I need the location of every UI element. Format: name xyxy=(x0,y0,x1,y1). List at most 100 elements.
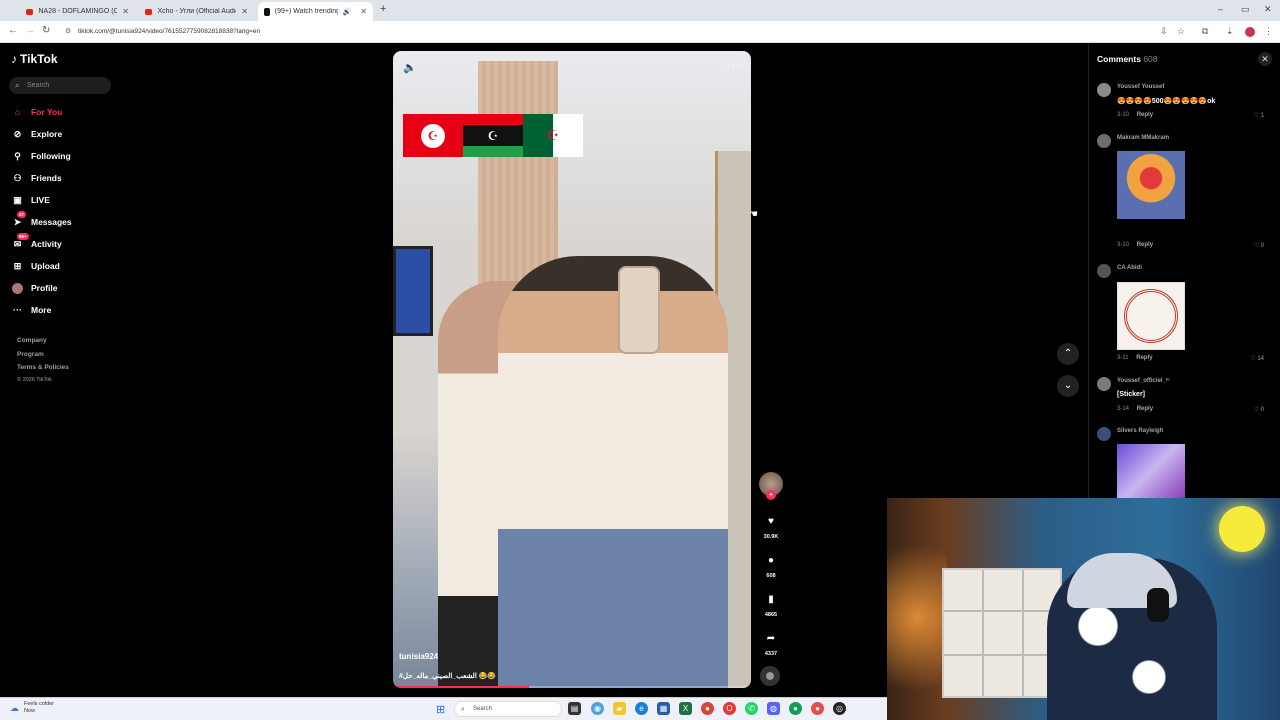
weather-text: Feels colder Now xyxy=(24,701,54,715)
comment-like-button[interactable]: ♡ 0 xyxy=(1254,406,1264,413)
webcam-overlay xyxy=(887,498,1280,720)
footer-terms[interactable]: Terms & Policies xyxy=(17,364,69,371)
site-info-icon[interactable]: ⚙ xyxy=(65,24,71,40)
task-view-icon[interactable]: ▤ xyxy=(568,702,581,715)
friends-icon: ⚇ xyxy=(13,172,22,183)
close-comments-icon[interactable]: ✕ xyxy=(1258,52,1272,66)
follow-plus-icon[interactable]: + xyxy=(766,490,776,500)
close-window-button[interactable]: ✕ xyxy=(1264,4,1272,15)
video-more-icon[interactable]: ··· xyxy=(726,58,741,72)
nav-more[interactable]: ··· More xyxy=(12,302,51,318)
comment-like-button[interactable]: ♡ 0 xyxy=(1254,242,1264,249)
comment-icon: ● xyxy=(761,550,781,570)
close-tab-icon[interactable]: ✕ xyxy=(122,7,129,16)
profile-avatar-icon[interactable] xyxy=(1245,27,1255,37)
nav-messages[interactable]: ➤ 47 Messages xyxy=(12,210,72,230)
speaker-icon[interactable]: 🔊 xyxy=(343,8,352,16)
volume-icon[interactable]: 🔈 xyxy=(403,61,417,74)
save-button[interactable]: ▮ 4865 xyxy=(759,589,783,618)
obs-icon[interactable]: ◎ xyxy=(833,702,846,715)
chrome-profile-icon[interactable]: ● xyxy=(811,702,824,715)
weather-widget[interactable]: ☁ Feels colder Now xyxy=(10,701,54,715)
comment-username[interactable]: CA Abidi xyxy=(1117,265,1142,271)
search-input[interactable]: ⌕ Search xyxy=(9,77,111,94)
video-player[interactable]: ☪ ☪ ☪ 🔈 ··· tunisia924 #الشعب_الصيني_مال… xyxy=(393,51,751,688)
avatar[interactable] xyxy=(1097,264,1111,278)
downloads-icon[interactable]: ⇣ xyxy=(1226,26,1234,37)
avatar[interactable] xyxy=(1097,134,1111,148)
like-button[interactable]: ♥ 30.9K xyxy=(759,511,783,540)
reply-button[interactable]: Reply xyxy=(1137,242,1153,248)
like-count: 30.9K xyxy=(763,534,779,540)
nav-friends[interactable]: ⚇ Friends xyxy=(12,170,61,186)
new-tab-button[interactable]: + xyxy=(380,3,386,15)
chrome-icon[interactable]: ● xyxy=(701,702,714,715)
previous-video-button[interactable]: ⌃ xyxy=(1057,343,1079,365)
browser-menu-icon[interactable]: ⋮ xyxy=(1264,26,1273,37)
search-icon: ⌕ xyxy=(15,81,20,90)
comment-button[interactable]: ● 608 xyxy=(759,550,783,579)
chrome-profile-icon[interactable]: ● xyxy=(789,702,802,715)
whatsapp-icon[interactable]: ✆ xyxy=(745,702,758,715)
footer-program[interactable]: Program xyxy=(17,351,44,358)
close-tab-icon[interactable]: ✕ xyxy=(241,7,248,16)
back-icon[interactable]: ← xyxy=(8,25,18,36)
avatar[interactable] xyxy=(1097,83,1111,97)
reply-button[interactable]: Reply xyxy=(1136,355,1152,361)
excel-icon[interactable]: X xyxy=(679,702,692,715)
avatar[interactable] xyxy=(1097,427,1111,441)
footer-company[interactable]: Company xyxy=(17,337,47,344)
logo-text: TikTok xyxy=(20,52,58,66)
minimize-button[interactable]: – xyxy=(1218,4,1223,14)
video-caption[interactable]: #الشعب_الصيني_ماله_حل 😂😂 xyxy=(399,672,496,680)
nav-label: Activity xyxy=(31,239,62,249)
nav-upload[interactable]: ⊞ Upload xyxy=(12,258,60,274)
webcam-lamp xyxy=(887,518,947,718)
comment-username[interactable]: Silvers Rayleigh xyxy=(1117,428,1163,434)
tab-tiktok[interactable]: (99+) Watch trending videos 🔊 ✕ xyxy=(258,2,373,21)
music-disc-icon[interactable] xyxy=(760,666,780,686)
avatar[interactable] xyxy=(1097,377,1111,391)
share-icon: ➦ xyxy=(761,628,781,648)
forward-icon[interactable]: → xyxy=(25,25,35,36)
next-video-button[interactable]: ⌄ xyxy=(1057,375,1079,397)
share-count: 4337 xyxy=(764,651,778,657)
nav-explore[interactable]: ⊘ Explore xyxy=(12,126,62,142)
nav-following[interactable]: ⚲ Following xyxy=(12,148,70,164)
close-tab-icon[interactable]: ✕ xyxy=(360,7,367,16)
windows-start-icon[interactable]: ⊞ xyxy=(436,703,445,716)
nav-for-you[interactable]: ⌂ For You xyxy=(12,104,63,120)
tab-xcho[interactable]: Xcho - Угли (Official Audio) - Y ✕ xyxy=(139,2,254,21)
url-field[interactable]: ⚙ tiktok.com/@tunisia924/video/761552775… xyxy=(60,24,1150,40)
bookmark-star-icon[interactable]: ☆ xyxy=(1177,26,1185,37)
nav-live[interactable]: ▣ LIVE xyxy=(12,192,50,208)
address-bar-row: ← → ↻ ⚙ tiktok.com/@tunisia924/video/761… xyxy=(0,21,1280,43)
reply-button[interactable]: Reply xyxy=(1137,112,1153,118)
comment-username[interactable]: Youssef Youssef xyxy=(1117,84,1164,90)
share-button[interactable]: ➦ 4337 xyxy=(759,628,783,657)
taskbar-search-input[interactable]: ⌕ Search xyxy=(454,701,562,717)
reply-button[interactable]: Reply xyxy=(1137,406,1153,412)
comment-like-button[interactable]: ♡ 14 xyxy=(1250,355,1264,362)
maximize-button[interactable]: ▭ xyxy=(1241,4,1250,15)
comment-username[interactable]: Makram MMakram xyxy=(1117,135,1169,141)
store-icon[interactable]: ▦ xyxy=(657,702,670,715)
install-app-icon[interactable]: ⇩ xyxy=(1160,26,1168,37)
discord-icon[interactable]: ◍ xyxy=(767,702,780,715)
tiktok-logo[interactable]: ♪ TikTok xyxy=(11,52,58,66)
file-explorer-icon[interactable]: ▰ xyxy=(613,702,626,715)
opera-icon[interactable]: O xyxy=(723,702,736,715)
comment-like-count: 14 xyxy=(1257,356,1264,362)
extensions-icon[interactable]: ⧉ xyxy=(1202,26,1208,37)
reload-icon[interactable]: ↻ xyxy=(42,25,50,36)
comment-like-button[interactable]: ♡ 1 xyxy=(1254,112,1264,119)
video-author[interactable]: tunisia924 xyxy=(399,652,438,661)
comment-like-count: 1 xyxy=(1260,113,1264,119)
video-progress-bar[interactable] xyxy=(393,686,751,688)
edge-icon[interactable]: e xyxy=(635,702,648,715)
tab-doflamingo[interactable]: NA28 - DOFLAMINGO (Officia ✕ xyxy=(20,2,135,21)
comment-username[interactable]: Youssef_officiel_ᵗⁿ xyxy=(1117,378,1170,384)
nav-profile[interactable]: Profile xyxy=(12,280,57,296)
nav-activity[interactable]: ✉ 99+ Activity xyxy=(12,232,62,252)
copilot-icon[interactable]: ◉ xyxy=(591,702,604,715)
